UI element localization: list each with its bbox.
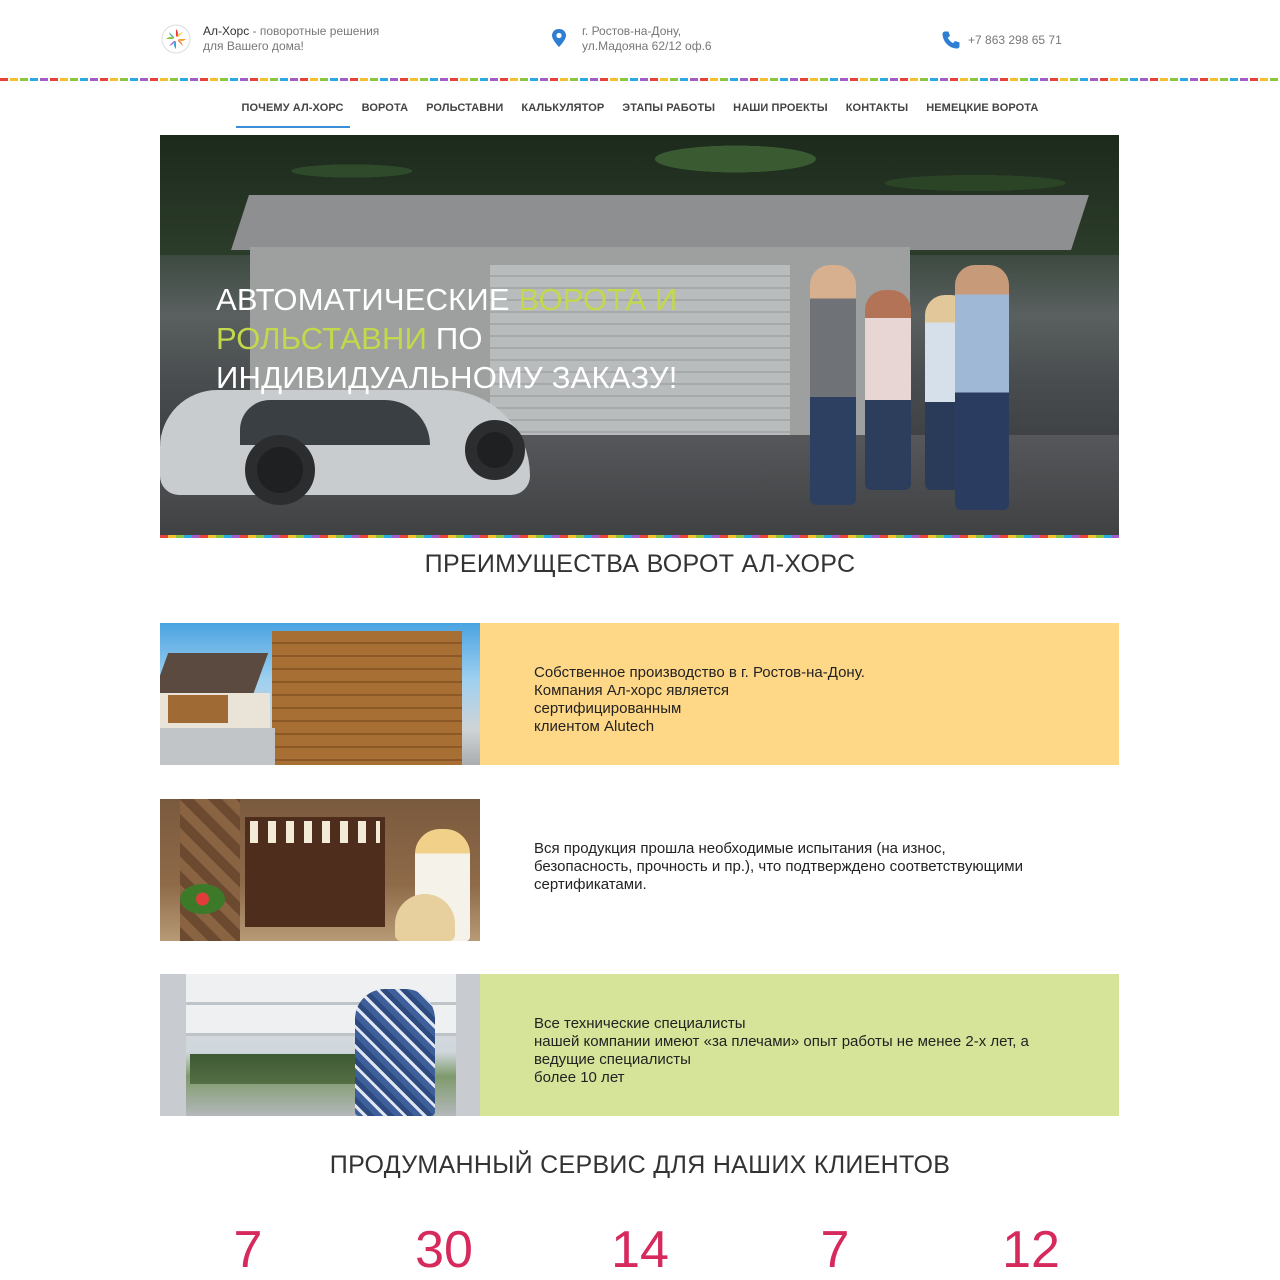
service-title: ПРОДУМАННЫЙ СЕРВИС ДЛЯ НАШИХ КЛИЕНТОВ — [329, 1151, 951, 1179]
car-wheel-rear — [465, 420, 525, 480]
service-stat-4: 7 — [820, 1221, 850, 1279]
address-line-1: г. Ростов-на-Дону, — [582, 24, 682, 38]
brand-text: Ал-Хорс - поворотные решения для Вашего … — [203, 24, 403, 54]
man — [355, 989, 435, 1116]
person-1 — [810, 265, 856, 505]
advantage-2-line-3: сертификатами. — [534, 876, 647, 893]
service-stat-3: 14 — [611, 1221, 669, 1279]
advantage-3-line-2: нашей компании имеют «за плечами» опыт р… — [534, 1033, 1029, 1050]
gate-slats — [250, 821, 380, 843]
flowers — [180, 884, 225, 914]
hero-divider — [160, 535, 1119, 538]
advantage-text-3: Все технические специалисты нашей компан… — [534, 1015, 1029, 1087]
hero-title: АВТОМАТИЧЕСКИЕ ВОРОТА И РОЛЬСТАВНИ ПО ИН… — [216, 280, 736, 397]
advantage-2-line-1: Вся продукция прошла необходимые испытан… — [534, 840, 946, 857]
brand-name: Ал-Хорс — [203, 24, 250, 38]
address: г. Ростов-на-Дону, ул.Мадояна 62/12 оф.6 — [582, 24, 782, 54]
nav-item-german-gates[interactable]: НЕМЕЦКИЕ ВОРОТА — [920, 96, 1044, 128]
main-nav: ПОЧЕМУ АЛ-ХОРС ВОРОТА РОЛЬСТАВНИ КАЛЬКУЛ… — [0, 96, 1280, 128]
advantage-3-line-3: ведущие специалисты — [534, 1051, 691, 1068]
nav-item-shutters[interactable]: РОЛЬСТАВНИ — [420, 96, 509, 128]
advantage-2-line-2: безопасность, прочность и пр.), что подт… — [534, 858, 1023, 875]
service-stat-5: 12 — [1002, 1221, 1060, 1279]
advantage-1-line-2: Компания Ал-хорс является — [534, 682, 730, 699]
person-4 — [955, 265, 1009, 510]
garage-frame-left — [160, 974, 186, 1116]
advantage-3-line-1: Все технические специалисты — [534, 1015, 746, 1032]
address-line-2: ул.Мадояна 62/12 оф.6 — [582, 39, 712, 53]
sliding-gate — [272, 631, 462, 765]
advantage-1-line-3: сертифицированным — [534, 700, 682, 717]
site-header: Ал-Хорс - поворотные решения для Вашего … — [0, 0, 1280, 80]
nav-item-stages[interactable]: ЭТАПЫ РАБОТЫ — [616, 96, 721, 128]
person-2 — [865, 290, 911, 490]
advantage-image-specialist — [160, 974, 480, 1116]
service-stat-1: 7 — [233, 1221, 263, 1279]
advantage-card-1: Собственное производство в г. Ростов-на-… — [160, 623, 1119, 765]
hero-banner: АВТОМАТИЧЕСКИЕ ВОРОТА И РОЛЬСТАВНИ ПО ИН… — [160, 135, 1119, 535]
header-divider — [0, 78, 1280, 81]
car-wheel-front — [245, 435, 315, 505]
nav-item-contacts[interactable]: КОНТАКТЫ — [840, 96, 914, 128]
advantage-text-1: Собственное производство в г. Ростов-на-… — [534, 664, 865, 736]
advantage-image-certified — [160, 799, 480, 941]
advantage-image-gates — [160, 623, 480, 765]
nav-item-why[interactable]: ПОЧЕМУ АЛ-ХОРС — [235, 96, 350, 128]
advantage-text-2: Вся продукция прошла необходимые испытан… — [534, 840, 1023, 894]
stone-pillar — [180, 799, 240, 941]
paving — [160, 728, 275, 765]
phone-icon — [942, 31, 960, 49]
phone-link[interactable]: +7 863 298 65 71 — [968, 33, 1062, 47]
advantage-card-3: Все технические специалисты нашей компан… — [160, 974, 1119, 1116]
nav-item-calculator[interactable]: КАЛЬКУЛЯТОР — [515, 96, 610, 128]
logo-icon[interactable] — [161, 24, 191, 54]
garage-frame-right — [456, 974, 480, 1116]
advantages-title: ПРЕИМУЩЕСТВА ВОРОТ АЛ-ХОРС — [424, 550, 856, 578]
garage-door-small — [168, 695, 228, 723]
house-roof — [160, 653, 269, 698]
hero-title-part-1: АВТОМАТИЧЕСКИЕ — [216, 282, 519, 317]
advantage-card-2: Вся продукция прошла необходимые испытан… — [160, 799, 1119, 941]
map-pin-icon — [552, 29, 566, 47]
garage-roof — [231, 195, 1089, 250]
advantage-1-line-1: Собственное производство в г. Ростов-на-… — [534, 664, 865, 681]
nav-item-gates[interactable]: ВОРОТА — [356, 96, 415, 128]
advantage-3-line-4: более 10 лет — [534, 1069, 625, 1086]
nav-item-projects[interactable]: НАШИ ПРОЕКТЫ — [727, 96, 834, 128]
service-stat-2: 30 — [415, 1221, 473, 1279]
advantage-1-line-4: клиентом Alutech — [534, 718, 655, 735]
